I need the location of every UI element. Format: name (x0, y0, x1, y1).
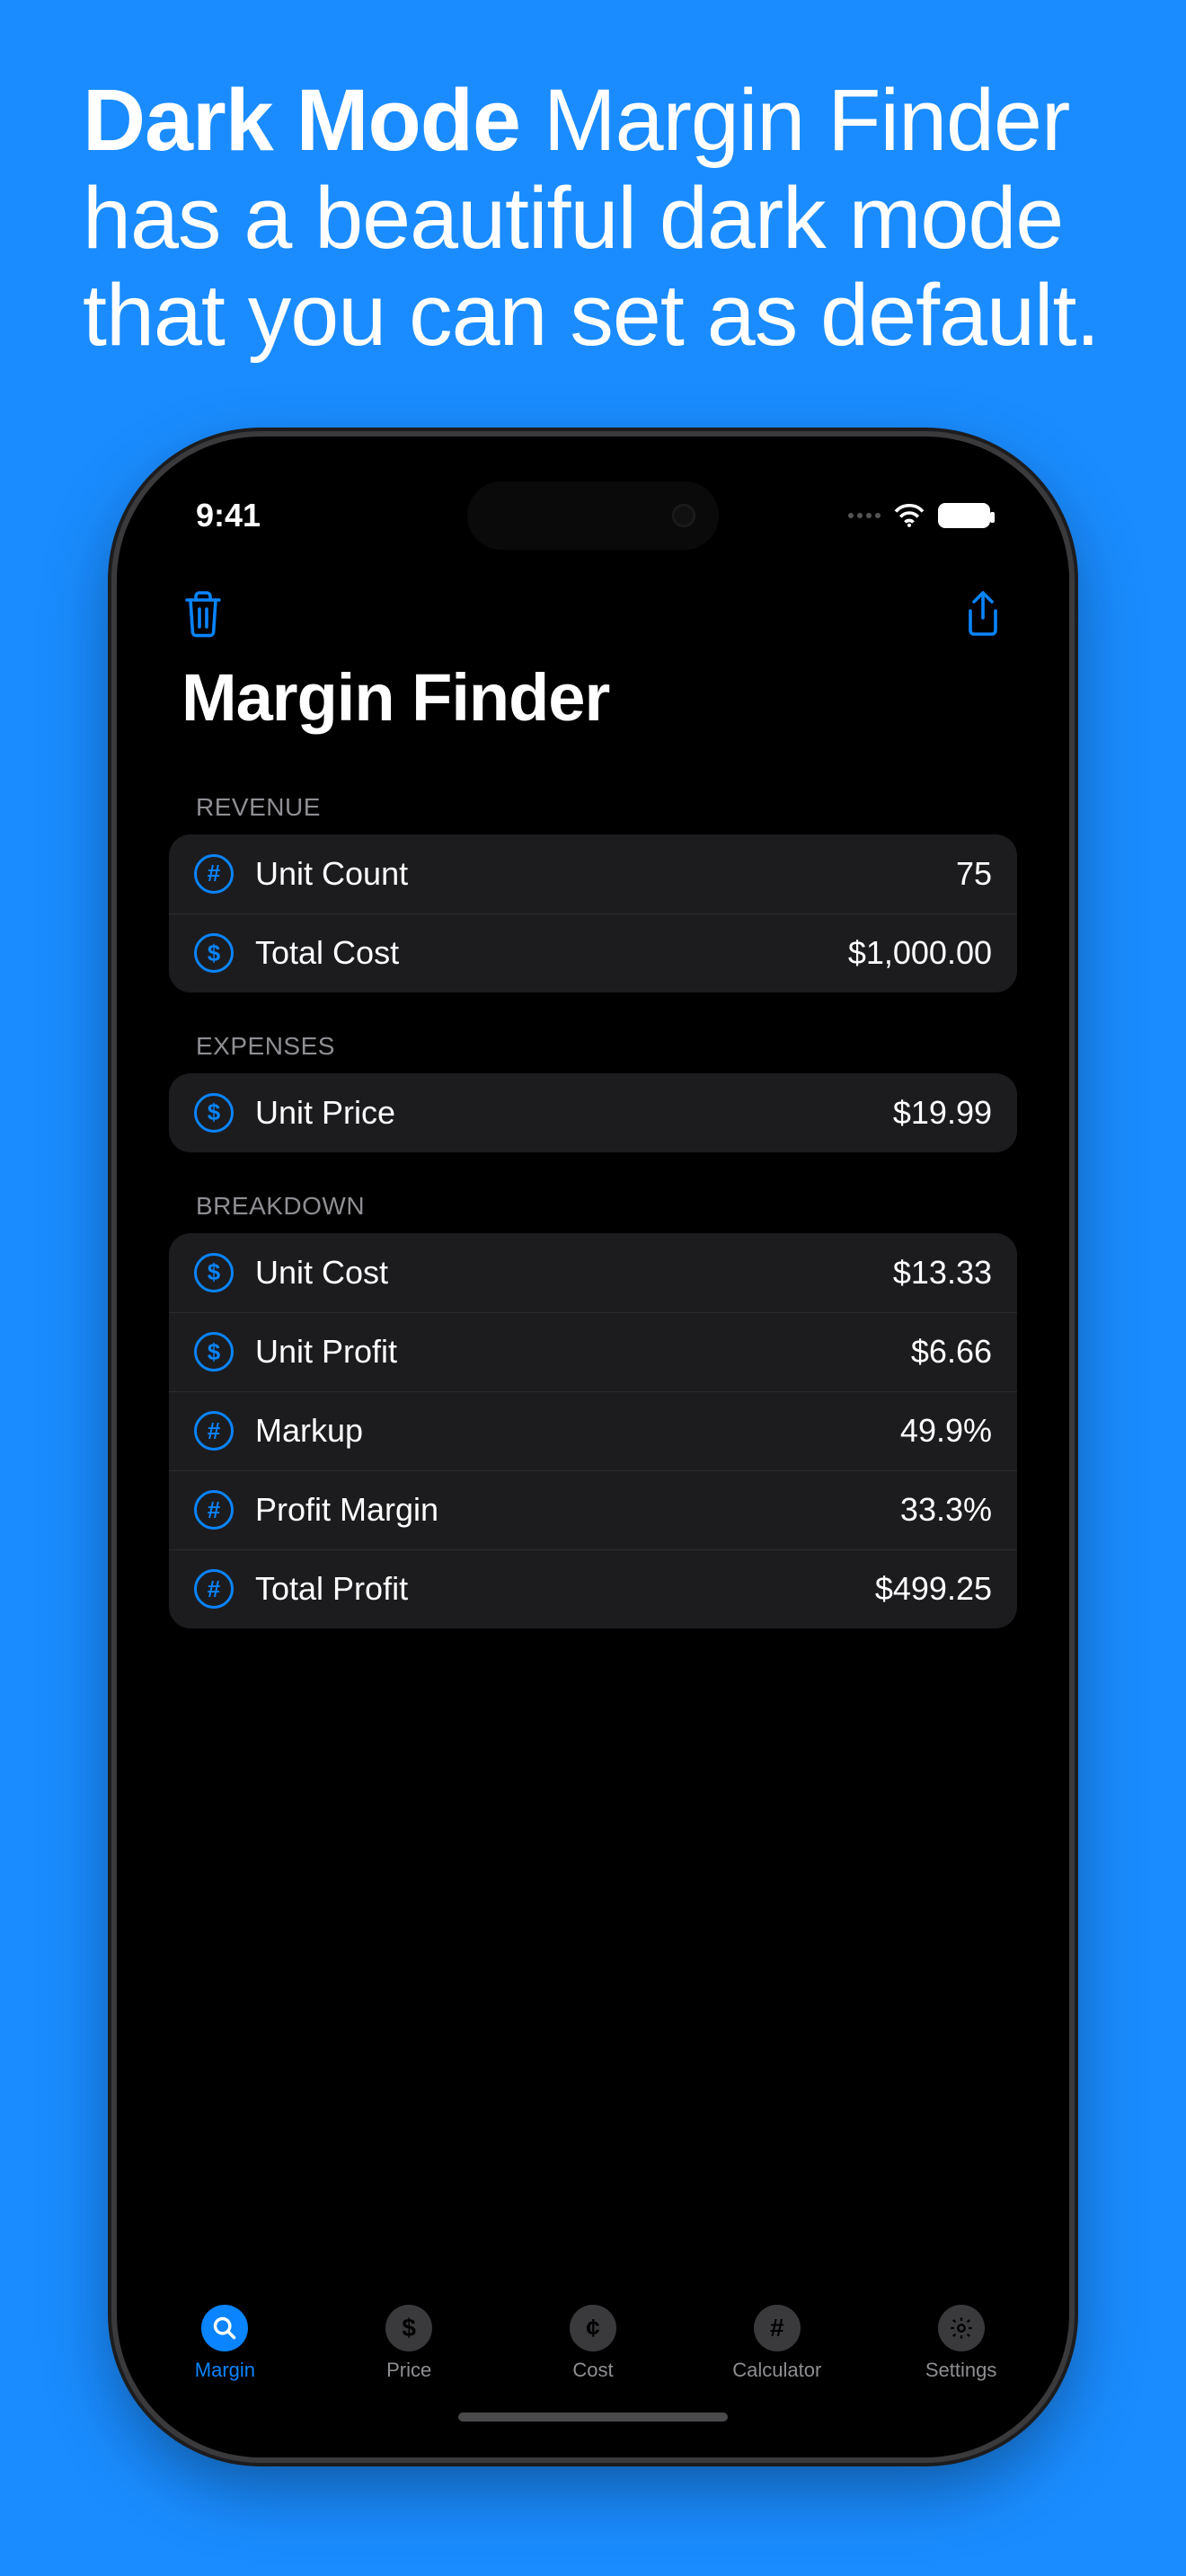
expenses-row[interactable]: $ Unit Price $19.99 (169, 1073, 1017, 1152)
tab-label: Margin (195, 2359, 255, 2382)
breakdown-row[interactable]: # Total Profit $499.25 (169, 1549, 1017, 1628)
row-label: Total Profit (255, 1570, 854, 1608)
dollar-icon: $ (194, 1093, 234, 1133)
breakdown-row[interactable]: # Markup 49.9% (169, 1391, 1017, 1470)
row-label: Unit Cost (255, 1254, 872, 1292)
battery-icon (938, 503, 990, 528)
section-header-revenue: REVENUE (169, 754, 1017, 834)
page-title: Margin Finder (133, 650, 1053, 754)
row-label: Unit Price (255, 1094, 872, 1132)
dollar-icon: $ (194, 1253, 234, 1292)
tab-label: Calculator (732, 2359, 821, 2382)
hash-icon: # (194, 1490, 234, 1530)
share-icon[interactable] (961, 589, 1005, 640)
tab-calculator[interactable]: # Calculator (710, 2305, 845, 2382)
row-label: Unit Profit (255, 1333, 890, 1371)
expenses-card: $ Unit Price $19.99 (169, 1073, 1017, 1152)
section-header-breakdown: BREAKDOWN (169, 1152, 1017, 1233)
dollar-icon: $ (385, 2305, 432, 2351)
row-value: $6.66 (911, 1333, 992, 1371)
row-value: 75 (956, 855, 992, 893)
section-header-expenses: EXPENSES (169, 992, 1017, 1073)
row-value: $499.25 (875, 1570, 992, 1608)
tab-bar: Margin $ Price ¢ Cost # Calculator Settings (133, 2289, 1053, 2441)
tab-label: Price (386, 2359, 431, 2382)
revenue-row[interactable]: $ Total Cost $1,000.00 (169, 913, 1017, 992)
status-time: 9:41 (196, 497, 261, 534)
row-label: Unit Count (255, 855, 934, 893)
row-value: $13.33 (893, 1254, 992, 1292)
row-value: $19.99 (893, 1094, 992, 1132)
dynamic-island (467, 481, 719, 550)
tab-margin[interactable]: Margin (157, 2305, 292, 2382)
breakdown-row[interactable]: $ Unit Profit $6.66 (169, 1312, 1017, 1391)
search-icon (201, 2305, 248, 2351)
tab-price[interactable]: $ Price (341, 2305, 476, 2382)
promo-headline: Dark Mode Margin Finder has a beautiful … (83, 72, 1103, 365)
content: REVENUE # Unit Count 75 $ Total Cost $1,000.0… (133, 754, 1053, 2289)
hash-icon: # (194, 854, 234, 894)
tab-cost[interactable]: ¢ Cost (526, 2305, 660, 2382)
tab-label: Cost (572, 2359, 613, 2382)
row-value: $1,000.00 (848, 934, 992, 972)
hash-icon: # (194, 1411, 234, 1451)
wifi-icon (893, 503, 925, 528)
hash-icon: # (754, 2305, 801, 2351)
dollar-icon: $ (194, 933, 234, 973)
breakdown-row[interactable]: # Profit Margin 33.3% (169, 1470, 1017, 1549)
home-indicator (458, 2413, 728, 2422)
dollar-icon: $ (194, 1332, 234, 1372)
revenue-card: # Unit Count 75 $ Total Cost $1,000.00 (169, 834, 1017, 992)
tab-label: Settings (925, 2359, 997, 2382)
hash-icon: # (194, 1569, 234, 1609)
row-label: Profit Margin (255, 1491, 879, 1529)
status-cellular-icon (848, 513, 881, 518)
row-value: 49.9% (900, 1412, 992, 1450)
trash-icon[interactable] (181, 589, 225, 640)
promo-bold: Dark Mode (83, 71, 520, 169)
row-label: Markup (255, 1412, 879, 1450)
cent-icon: ¢ (570, 2305, 616, 2351)
nav-bar (133, 578, 1053, 650)
gear-icon (938, 2305, 985, 2351)
row-label: Total Cost (255, 934, 827, 972)
phone-screen: 9:41 (133, 453, 1053, 2441)
revenue-row[interactable]: # Unit Count 75 (169, 834, 1017, 913)
row-value: 33.3% (900, 1491, 992, 1529)
breakdown-card: $ Unit Cost $13.33 $ Unit Profit $6.66 # Markup… (169, 1233, 1017, 1628)
phone-frame: 9:41 (117, 437, 1069, 2457)
breakdown-row[interactable]: $ Unit Cost $13.33 (169, 1233, 1017, 1312)
tab-settings[interactable]: Settings (894, 2305, 1029, 2382)
